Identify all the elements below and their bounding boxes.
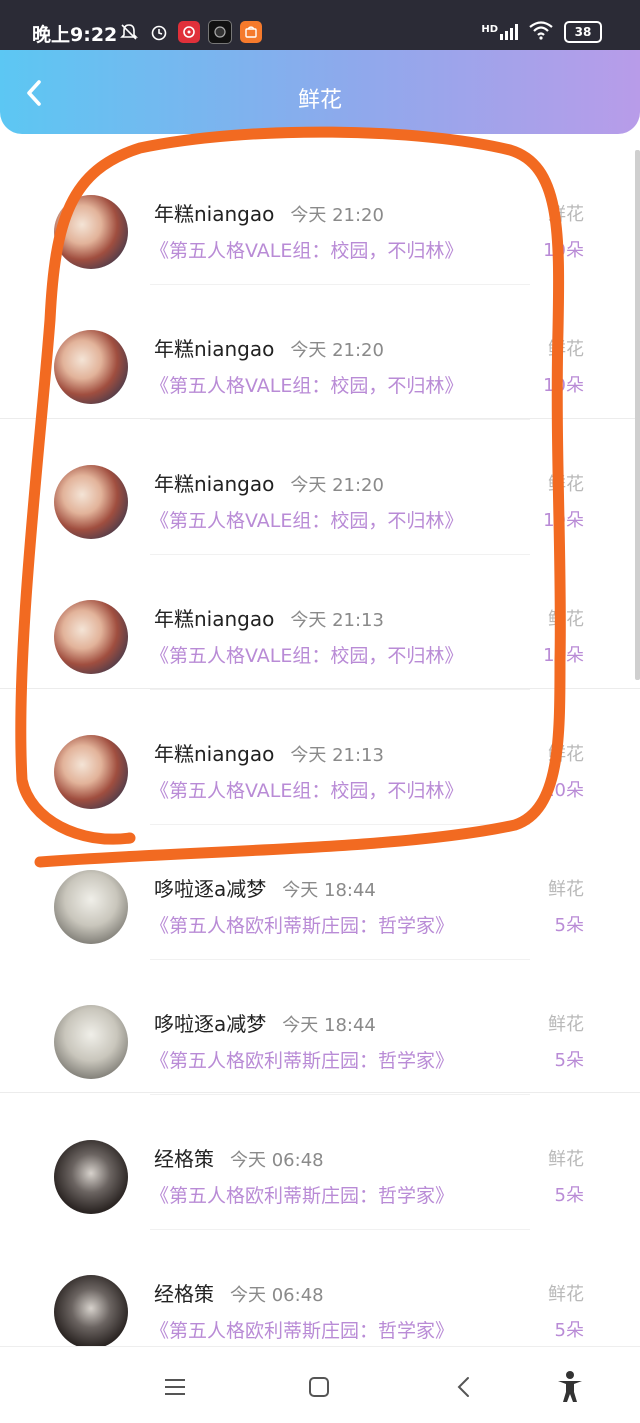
scrollbar[interactable] [635, 150, 640, 680]
gift-count: 10朵 [543, 375, 584, 396]
timestamp: 今天 21:13 [290, 610, 384, 631]
timestamp: 今天 21:13 [290, 745, 384, 766]
anime-avatar[interactable] [54, 735, 128, 809]
anime-avatar[interactable] [54, 195, 128, 269]
umbrella-avatar[interactable] [54, 870, 128, 944]
gift-count: 5朵 [554, 915, 584, 936]
home-icon [309, 1377, 329, 1397]
mute-icon [118, 21, 140, 43]
sender-name: 年糕niangao [154, 742, 275, 766]
work-title-link[interactable]: 《第五人格VALE组：校园，不归林》 [150, 236, 463, 263]
timestamp: 今天 21:20 [290, 475, 384, 496]
back-icon [457, 1377, 469, 1397]
gift-type: 鲜花 [548, 1284, 584, 1305]
timestamp: 今天 06:48 [230, 1150, 324, 1171]
timestamp: 今天 21:20 [290, 340, 384, 361]
work-title-link[interactable]: 《第五人格VALE组：校园，不归林》 [150, 506, 463, 533]
shop-app-icon [240, 21, 262, 43]
work-title-link[interactable]: 《第五人格VALE组：校园，不归林》 [150, 371, 463, 398]
alarm-icon [148, 21, 170, 43]
accessibility-button[interactable] [552, 1369, 588, 1405]
anime-avatar[interactable] [54, 465, 128, 539]
gift-record-list: 年糕niangao 今天 21:20 《第五人格VALE组：校园，不归林》 鲜花 … [0, 150, 640, 1365]
sender-name: 哆啦逐a减梦 [154, 1012, 267, 1036]
list-item[interactable]: 年糕niangao 今天 21:20 《第五人格VALE组：校园，不归林》 鲜花 … [0, 420, 640, 555]
work-title-link[interactable]: 《第五人格欧利蒂斯庄园：哲学家》 [150, 911, 454, 938]
network-label: HD [481, 24, 498, 35]
umbrella-avatar[interactable] [54, 1005, 128, 1079]
sender-name: 年糕niangao [154, 337, 275, 361]
battery-level: 38 [574, 25, 592, 39]
list-item[interactable]: 年糕niangao 今天 21:20 《第五人格VALE组：校园，不归林》 鲜花 … [0, 285, 640, 420]
gift-count: 10朵 [543, 510, 584, 531]
system-nav-bar [0, 1346, 640, 1423]
menu-icon [165, 1379, 185, 1395]
work-title-link[interactable]: 《第五人格欧利蒂斯庄园：哲学家》 [150, 1316, 454, 1343]
gift-count: 5朵 [554, 1050, 584, 1071]
timestamp: 今天 21:20 [290, 205, 384, 226]
back-nav-button[interactable] [446, 1369, 482, 1405]
work-title-link[interactable]: 《第五人格VALE组：校园，不归林》 [150, 776, 463, 803]
list-item[interactable]: 经格策 今天 06:48 《第五人格欧利蒂斯庄园：哲学家》 鲜花 5朵 [0, 1095, 640, 1230]
dark-avatar[interactable] [54, 1140, 128, 1214]
accessibility-icon [558, 1371, 582, 1402]
battery-icon: 38 [564, 21, 602, 43]
anime-avatar[interactable] [54, 330, 128, 404]
timestamp: 今天 18:44 [282, 1015, 376, 1036]
section-divider [0, 1092, 640, 1093]
timestamp: 今天 18:44 [282, 880, 376, 901]
work-title-link[interactable]: 《第五人格欧利蒂斯庄园：哲学家》 [150, 1181, 454, 1208]
list-item[interactable]: 哆啦逐a减梦 今天 18:44 《第五人格欧利蒂斯庄园：哲学家》 鲜花 5朵 [0, 960, 640, 1095]
timestamp: 今天 06:48 [230, 1285, 324, 1306]
gift-type: 鲜花 [548, 339, 584, 360]
gift-count: 10朵 [543, 780, 584, 801]
wifi-icon [528, 20, 554, 44]
music-app-icon [178, 21, 200, 43]
gift-type: 鲜花 [548, 744, 584, 765]
status-bar: 晚上9:22 HD 38 [0, 0, 640, 56]
home-button[interactable] [301, 1369, 337, 1405]
gift-type: 鲜花 [548, 474, 584, 495]
gift-count: 5朵 [554, 1185, 584, 1206]
gift-type: 鲜花 [548, 879, 584, 900]
dark-avatar[interactable] [54, 1275, 128, 1349]
status-time: 晚上9:22 [32, 24, 118, 46]
page-title: 鲜花 [297, 88, 342, 113]
sender-name: 年糕niangao [154, 202, 275, 226]
sender-name: 经格策 [154, 1282, 214, 1306]
status-system-icons: HD 38 [481, 20, 602, 44]
menu-button[interactable] [157, 1369, 193, 1405]
signal-icon: HD [481, 24, 518, 40]
anime-avatar[interactable] [54, 600, 128, 674]
work-title-link[interactable]: 《第五人格欧利蒂斯庄园：哲学家》 [150, 1046, 454, 1073]
gift-count: 10朵 [543, 645, 584, 666]
list-item[interactable]: 年糕niangao 今天 21:20 《第五人格VALE组：校园，不归林》 鲜花 … [0, 150, 640, 285]
page-header: 鲜花 [0, 50, 640, 134]
work-title-link[interactable]: 《第五人格VALE组：校园，不归林》 [150, 641, 463, 668]
sender-name: 年糕niangao [154, 472, 275, 496]
gift-type: 鲜花 [548, 1149, 584, 1170]
list-item[interactable]: 经格策 今天 06:48 《第五人格欧利蒂斯庄园：哲学家》 鲜花 5朵 [0, 1230, 640, 1365]
sender-name: 哆啦逐a减梦 [154, 877, 267, 901]
section-divider [0, 418, 640, 419]
gift-count: 10朵 [543, 240, 584, 261]
sender-name: 年糕niangao [154, 607, 275, 631]
sender-name: 经格策 [154, 1147, 214, 1171]
gift-type: 鲜花 [548, 609, 584, 630]
status-notification-icons [118, 20, 262, 44]
section-divider [0, 688, 640, 689]
list-item[interactable]: 年糕niangao 今天 21:13 《第五人格VALE组：校园，不归林》 鲜花 … [0, 690, 640, 825]
list-item[interactable]: 哆啦逐a减梦 今天 18:44 《第五人格欧利蒂斯庄园：哲学家》 鲜花 5朵 [0, 825, 640, 960]
gift-count: 5朵 [554, 1320, 584, 1341]
list-item[interactable]: 年糕niangao 今天 21:13 《第五人格VALE组：校园，不归林》 鲜花 … [0, 555, 640, 690]
gift-type: 鲜花 [548, 204, 584, 225]
camera-app-icon [208, 20, 232, 44]
gift-type: 鲜花 [548, 1014, 584, 1035]
